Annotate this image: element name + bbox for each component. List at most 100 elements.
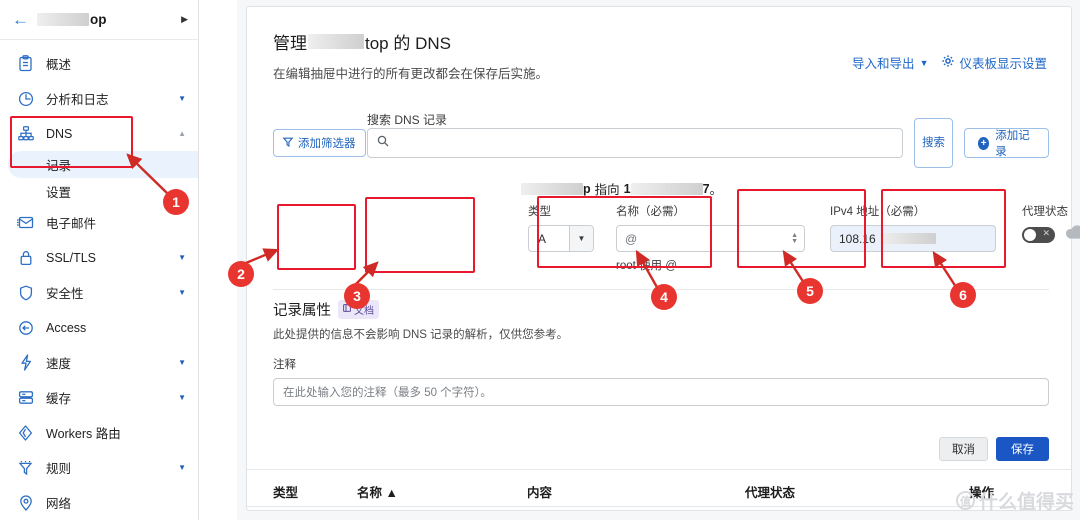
ipv4-input-value: 108.16 (839, 231, 876, 246)
stepper-icon[interactable]: ▲ ▼ (791, 232, 798, 245)
chevron-down-icon[interactable]: ▼ (178, 288, 186, 297)
gear-icon (942, 55, 955, 70)
arrow-left-icon[interactable]: ← (12, 11, 29, 28)
cloud-icon (1064, 225, 1080, 245)
name-input[interactable]: @ ▲ ▼ (616, 225, 805, 252)
sidebar-item-access[interactable]: Access (0, 310, 198, 345)
save-button[interactable]: 保存 (996, 437, 1049, 461)
field-name-label: 名称（必需） (616, 206, 685, 218)
sidebar-item-label: 速度 (46, 357, 72, 371)
sidebar-item-label: 规则 (46, 462, 72, 476)
sidebar-subitem-label: 设置 (46, 186, 72, 200)
chevron-down-icon: ▼ (569, 226, 593, 251)
sidebar-item-label: 安全性 (46, 287, 84, 301)
field-ipv4-label: IPv4 地址（必需） (830, 206, 926, 218)
sidebar: ← op ▶ 概述 分析和日志 ▼ DNS ▲ 记录 设置 电子邮件 SSL/T… (0, 0, 199, 520)
records-table-header: 类型 名称 ▲ 内容 代理状态 操作 (247, 469, 1071, 507)
record-summary-line: p 指向 1 7。 (521, 179, 722, 198)
workers-icon (16, 423, 35, 442)
type-select[interactable]: A ▼ (528, 225, 594, 252)
sidebar-item-label: Access (46, 320, 87, 335)
sidebar-item-label: 电子邮件 (46, 217, 97, 231)
add-filter-button[interactable]: 添加筛选器 (273, 129, 366, 157)
shield-icon (16, 283, 35, 302)
sidebar-item-security[interactable]: 安全性 ▼ (0, 275, 198, 310)
sidebar-nav: 概述 分析和日志 ▼ DNS ▲ 记录 设置 电子邮件 SSL/TLS ▼ 安全… (0, 40, 198, 520)
proxy-toggle[interactable]: ✕ (1022, 227, 1055, 243)
ipv4-input[interactable]: 108.16 (830, 225, 996, 252)
column-header-content[interactable]: 内容 (527, 482, 552, 501)
record-edit-form: 类型 A ▼ 名称（必需） @ ▲ ▼ root 使用 @ IPv4 地址（必需） (519, 203, 1080, 283)
search-field-label: 搜索 DNS 记录 (367, 113, 448, 127)
location-pin-icon (16, 493, 35, 512)
redacted-block (879, 233, 936, 244)
sidebar-item-network[interactable]: 网络 (0, 485, 198, 520)
sidebar-item-overview[interactable]: 概述 (0, 46, 198, 81)
page-title: 管理 top 的 DNS (273, 34, 451, 53)
sidebar-item-workers-routes[interactable]: Workers 路由 (0, 415, 198, 450)
ip-suffix: 7 (702, 181, 710, 196)
sidebar-item-analytics[interactable]: 分析和日志 ▼ (0, 81, 198, 116)
sidebar-item-dns-settings[interactable]: 设置 (0, 178, 198, 205)
field-name: 名称（必需） @ ▲ ▼ root 使用 @ (616, 203, 805, 273)
column-header-proxy[interactable]: 代理状态 (745, 482, 795, 501)
note-field-label: 注释 (273, 359, 296, 371)
lock-icon (16, 248, 35, 267)
dashboard-settings-link[interactable]: 仪表板显示设置 (942, 53, 1047, 72)
record-properties-section: 记录属性 文档 此处提供的信息不会影响 DNS 记录的解析，仅供您参考。 注释 … (273, 299, 1049, 406)
record-properties-heading: 记录属性 (273, 303, 331, 319)
sidebar-item-ssl-tls[interactable]: SSL/TLS ▼ (0, 240, 198, 275)
add-filter-label: 添加筛选器 (298, 138, 356, 150)
sidebar-item-label: DNS (46, 126, 73, 141)
sidebar-item-label: Workers 路由 (46, 427, 121, 441)
cancel-button[interactable]: 取消 (939, 437, 988, 461)
search-input-wrap[interactable] (367, 128, 903, 158)
period: 。 (709, 183, 723, 197)
access-arrow-icon (16, 318, 35, 337)
chevron-down-icon[interactable]: ▼ (178, 253, 186, 262)
field-ipv4: IPv4 地址（必需） 108.16 (830, 203, 996, 252)
chevron-down-icon[interactable]: ▼ (178, 393, 186, 402)
chevron-down-icon[interactable]: ▼ (178, 463, 186, 472)
import-export-link[interactable]: 导入和导出 ▼ (852, 53, 928, 72)
search-button[interactable]: 搜索 (914, 118, 953, 168)
documentation-badge[interactable]: 文档 (338, 300, 379, 319)
chevron-down-icon[interactable]: ▼ (178, 94, 186, 103)
dashboard-settings-label: 仪表板显示设置 (959, 57, 1047, 71)
field-proxy-label: 代理状态 (1022, 206, 1068, 218)
add-record-button[interactable]: + 添加记录 (964, 128, 1049, 158)
sidebar-item-speed[interactable]: 速度 ▼ (0, 345, 198, 380)
sidebar-subitem-label: 记录 (46, 159, 72, 173)
chevron-down-icon: ▼ (919, 57, 929, 68)
dns-card: 管理 top 的 DNS 在编辑抽屉中进行的所有更改都会在保存后实施。 导入和导出… (246, 6, 1080, 511)
form-actions: 取消 保存 (939, 437, 1049, 461)
clipboard-icon (16, 54, 35, 73)
type-select-value: A (538, 231, 547, 246)
envelope-icon (16, 213, 35, 232)
toggle-knob (1024, 229, 1036, 241)
search-input[interactable] (396, 136, 893, 150)
chevron-up-icon[interactable]: ▲ (178, 129, 186, 138)
column-header-actions[interactable]: 操作 (969, 482, 994, 501)
column-header-type[interactable]: 类型 (273, 482, 298, 501)
add-record-label: 添加记录 (995, 130, 1030, 158)
note-input[interactable]: 在此处输入您的注释（最多 50 个字符）。 (273, 378, 1049, 406)
chevron-down-icon[interactable]: ▼ (178, 358, 186, 367)
bolt-icon (16, 353, 35, 372)
sitemap-icon (16, 124, 35, 143)
main-content: 管理 top 的 DNS 在编辑抽屉中进行的所有更改都会在保存后实施。 导入和导出… (237, 0, 1080, 520)
sidebar-item-email[interactable]: 电子邮件 (0, 205, 198, 240)
documentation-badge-label: 文档 (354, 306, 374, 317)
sidebar-item-rules[interactable]: 规则 ▼ (0, 450, 198, 485)
domain-suffix: p (583, 181, 591, 196)
redacted-block (37, 13, 89, 26)
sidebar-item-label: 网络 (46, 497, 72, 511)
sidebar-item-dns[interactable]: DNS ▲ (0, 116, 198, 151)
sidebar-item-dns-records[interactable]: 记录 (8, 151, 198, 178)
chevron-right-icon[interactable]: ▶ (181, 14, 188, 25)
sidebar-item-cache[interactable]: 缓存 ▼ (0, 380, 198, 415)
sidebar-header[interactable]: ← op ▶ (0, 0, 198, 40)
rules-icon (16, 458, 35, 477)
plus-circle-icon: + (978, 136, 990, 150)
column-header-name[interactable]: 名称 ▲ (357, 482, 398, 501)
